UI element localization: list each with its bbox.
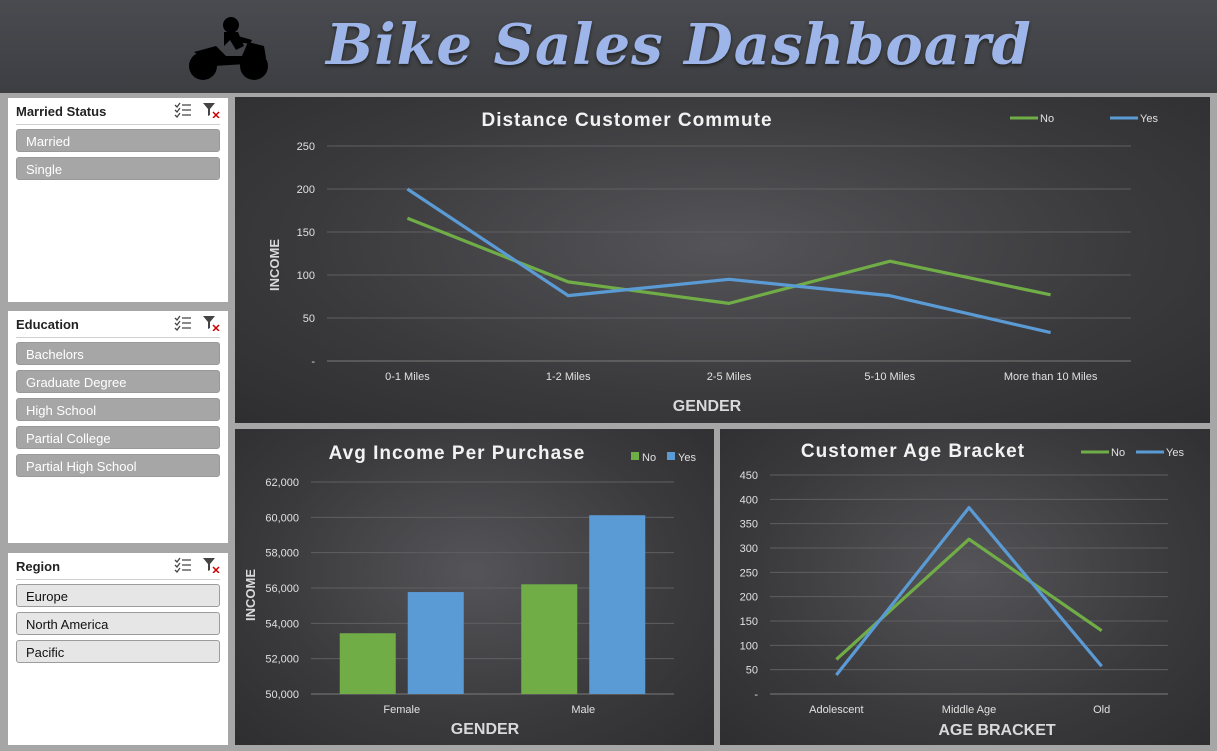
- income-bar-chart: 50,000 52,000 54,000 56,000 58,000 60,000 62,0…: [243, 443, 696, 738]
- slicer-item-bachelors[interactable]: Bachelors: [16, 342, 220, 365]
- y-tick-label: 62,000: [265, 477, 299, 489]
- y-tick-label: 60,000: [265, 512, 299, 524]
- chart-title: Customer Age Bracket: [801, 441, 1025, 462]
- y-tick-label: 450: [740, 470, 758, 482]
- legend-label: No: [1111, 447, 1125, 459]
- x-tick-label: Middle Age: [942, 704, 996, 716]
- chart-title: Distance Customer Commute: [481, 110, 772, 131]
- slicer-item-europe[interactable]: Europe: [16, 584, 220, 607]
- legend-label: Yes: [1140, 113, 1158, 125]
- y-tick-label: -: [754, 689, 758, 701]
- slicer-item-partial-college[interactable]: Partial College: [16, 426, 220, 449]
- slicer-married-status: Married Status Married Single: [8, 98, 228, 302]
- slicer-header: Married Status: [16, 98, 220, 125]
- slicer-title: Region: [16, 559, 61, 574]
- y-tick-label: 52,000: [265, 654, 299, 666]
- x-axis-label: GENDER: [451, 721, 520, 738]
- age-line-chart: - 50 100 150 200 250 300 350 400 450 Adolescent Mid…: [740, 441, 1185, 739]
- y-tick-label: 150: [297, 227, 315, 239]
- y-tick-label: 50: [303, 313, 315, 325]
- y-tick-label: -: [311, 356, 315, 368]
- y-tick-label: 250: [297, 141, 315, 153]
- y-tick-label: 58,000: [265, 548, 299, 560]
- x-tick-label: Old: [1093, 704, 1110, 716]
- bar-no: [521, 584, 578, 694]
- x-tick-label: 2-5 Miles: [707, 371, 752, 383]
- slicer-item-single[interactable]: Single: [16, 157, 220, 180]
- series-line-no: [406, 216, 1051, 305]
- dashboard-header: Bike Sales Dashboard: [0, 0, 1217, 93]
- bar-no: [339, 633, 396, 694]
- slicer-item-north-america[interactable]: North America: [16, 612, 220, 635]
- y-axis-label: INCOME: [243, 569, 258, 621]
- x-tick-label: Female: [383, 704, 420, 716]
- y-tick-label: 350: [740, 519, 758, 531]
- slicer-region: Region Europe North America Pacific: [8, 553, 228, 745]
- chart-panel-income: 50,000 52,000 54,000 56,000 58,000 60,000 62,0…: [235, 429, 714, 745]
- legend-label: Yes: [678, 452, 696, 464]
- y-tick-label: 50: [746, 665, 758, 677]
- slicer-header: Education: [16, 311, 220, 338]
- x-tick-label: 0-1 Miles: [385, 371, 430, 383]
- legend-swatch-yes: [667, 452, 675, 460]
- legend-swatch-no: [631, 452, 639, 460]
- clear-filter-icon[interactable]: [202, 315, 220, 331]
- x-axis-label: GENDER: [673, 398, 742, 415]
- clear-filter-icon[interactable]: [202, 557, 220, 573]
- legend-label: No: [1040, 113, 1054, 125]
- multi-select-icon[interactable]: [174, 315, 192, 331]
- y-tick-label: 250: [740, 567, 758, 579]
- x-axis-label: AGE BRACKET: [938, 722, 1056, 739]
- motorcycle-icon: [189, 17, 268, 80]
- y-tick-label: 200: [740, 592, 758, 604]
- chart-panel-commute: - 50 100 150 200 250 0-1 Miles 1-2 Miles 2-5 Mil…: [235, 97, 1210, 423]
- y-axis-label: INCOME: [267, 239, 282, 291]
- slicer-item-pacific[interactable]: Pacific: [16, 640, 220, 663]
- slicer-item-partial-high-school[interactable]: Partial High School: [16, 454, 220, 477]
- y-tick-label: 54,000: [265, 618, 299, 630]
- y-tick-label: 300: [740, 543, 758, 555]
- chart-title: Avg Income Per Purchase: [329, 443, 586, 464]
- legend-label: No: [642, 452, 656, 464]
- x-tick-label: More than 10 Miles: [1004, 371, 1098, 383]
- y-tick-label: 50,000: [265, 689, 299, 701]
- x-tick-label: 1-2 Miles: [546, 371, 591, 383]
- x-tick-label: 5-10 Miles: [864, 371, 915, 383]
- clear-filter-icon[interactable]: [202, 102, 220, 118]
- y-tick-label: 400: [740, 494, 758, 506]
- slicer-header: Region: [16, 553, 220, 580]
- y-tick-label: 100: [297, 270, 315, 282]
- bar-yes: [407, 592, 464, 694]
- dashboard-title: Bike Sales Dashboard: [326, 12, 1032, 78]
- y-tick-label: 150: [740, 616, 758, 628]
- chart-panel-age: - 50 100 150 200 250 300 350 400 450 Adolescent Mid…: [720, 429, 1210, 745]
- y-tick-label: 200: [297, 184, 315, 196]
- slicer-item-married[interactable]: Married: [16, 129, 220, 152]
- slicer-title: Education: [16, 317, 79, 332]
- x-tick-label: Adolescent: [809, 704, 863, 716]
- slicer-education: Education Bachelors Graduate Degree High…: [8, 311, 228, 543]
- y-tick-label: 56,000: [265, 583, 299, 595]
- bar-yes: [589, 515, 646, 694]
- y-tick-label: 100: [740, 640, 758, 652]
- legend-label: Yes: [1166, 447, 1184, 459]
- slicer-item-graduate-degree[interactable]: Graduate Degree: [16, 370, 220, 393]
- series-line-no: [835, 537, 1103, 661]
- multi-select-icon[interactable]: [174, 557, 192, 573]
- commute-line-chart: - 50 100 150 200 250 0-1 Miles 1-2 Miles 2-5 Mil…: [267, 110, 1158, 415]
- series-line-yes: [406, 187, 1051, 335]
- series-line-yes: [835, 506, 1103, 677]
- slicer-item-high-school[interactable]: High School: [16, 398, 220, 421]
- multi-select-icon[interactable]: [174, 102, 192, 118]
- x-tick-label: Male: [571, 704, 595, 716]
- slicer-title: Married Status: [16, 104, 107, 119]
